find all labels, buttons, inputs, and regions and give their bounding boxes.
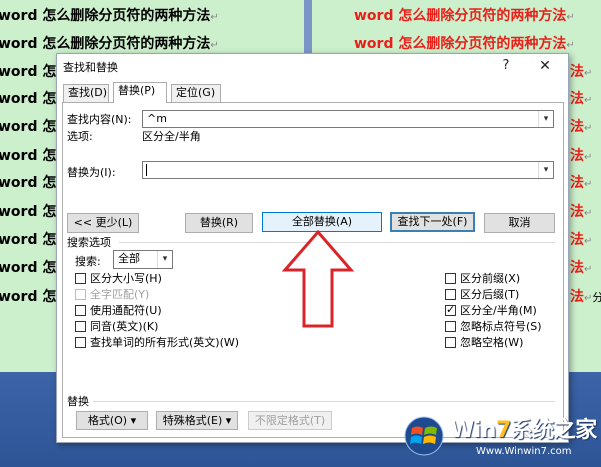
doc-line-left: word 怎么删除分页符的两种方法↵ [0, 8, 219, 24]
checkbox-label: 使用通配符(U) [90, 304, 162, 317]
checkbox-option[interactable]: ✓ 区分全/半角(M) [445, 303, 537, 318]
checkbox-option[interactable]: 区分大小写(H) [75, 272, 162, 286]
less-button[interactable]: << 更少(L) [67, 213, 139, 233]
checkbox-label: 同音(英文)(K) [90, 320, 159, 333]
checkbox-option[interactable]: 同音(英文)(K) [75, 320, 158, 334]
tab-replace[interactable]: 替换(P) [113, 82, 167, 103]
windows-logo-icon [404, 416, 444, 456]
checkbox-label: 忽略标点符号(S) [460, 320, 542, 333]
checkbox-label: 区分前缀(X) [460, 272, 521, 285]
doc-line-right: 法↵ [570, 260, 593, 276]
doc-line-right: word 怎么删除分页符的两种方法↵ [354, 36, 575, 52]
win7-watermark: Win7系统之家 Www.Winwin7.com [400, 408, 600, 466]
doc-line-right: 法↵ [570, 91, 593, 107]
checkbox-box[interactable] [445, 337, 456, 348]
replace-section-divider [93, 401, 555, 402]
checkbox-box[interactable]: ✓ [445, 303, 456, 316]
checkbox-box [75, 289, 86, 300]
search-chevron-icon[interactable]: ▾ [157, 251, 172, 268]
annotation-arrow [282, 230, 354, 328]
search-direction-select[interactable]: 全部 ▾ [113, 250, 173, 269]
checkbox-box[interactable] [75, 273, 86, 284]
format-button[interactable]: 格式(O) ▾ [76, 411, 148, 430]
checkbox-box[interactable] [445, 289, 456, 300]
checkbox-box[interactable] [75, 305, 86, 316]
doc-line-right: 法↵ [570, 232, 593, 248]
doc-line-right: word 怎么删除分页符的两种方法↵ [354, 8, 575, 24]
replace-all-button[interactable]: 全部替换(A) [262, 212, 382, 232]
checkbox-option[interactable]: 区分后缀(T) [445, 288, 519, 302]
doc-line-right: 法↵ [570, 204, 593, 220]
checkbox-box[interactable] [75, 337, 86, 348]
doc-line-right: 法↵ [570, 148, 593, 164]
options-label: 选项: [67, 130, 93, 143]
dialog-title: 查找和替换 [63, 61, 118, 74]
checkbox-option[interactable]: 查找单词的所有形式(英文)(W) [75, 336, 239, 350]
doc-line-right: 法↵ [570, 64, 593, 80]
search-direction-label: 搜索: [75, 255, 101, 268]
help-button[interactable]: ? [495, 57, 517, 75]
checkbox-option[interactable]: 忽略空格(W) [445, 336, 523, 350]
checkbox-label: 忽略空格(W) [460, 336, 524, 349]
doc-line-left: word 怎么删除分页符的两种方法↵ [0, 36, 219, 52]
replace-dropdown-chevron-icon[interactable]: ▾ [538, 162, 553, 178]
tab-find[interactable]: 查找(D) [63, 84, 109, 102]
options-value: 区分全/半角 [142, 130, 201, 143]
checkbox-label: 区分大小写(H) [90, 272, 162, 285]
close-button[interactable]: ✕ [534, 57, 556, 75]
find-what-input[interactable]: ^m ▾ [142, 110, 554, 128]
checkbox-option: 全字匹配(Y) [75, 288, 149, 302]
checkbox-label: 区分后缀(T) [460, 288, 520, 301]
tab-goto[interactable]: 定位(G) [171, 84, 221, 102]
special-format-button[interactable]: 特殊格式(E) ▾ [156, 411, 238, 430]
doc-line-right: 法↵ [570, 175, 593, 191]
replace-with-input[interactable]: ▾ [142, 161, 554, 179]
checkbox-box[interactable] [445, 321, 456, 332]
find-what-value: ^m [147, 112, 167, 125]
checkbox-option[interactable]: 区分前缀(X) [445, 272, 520, 286]
find-dropdown-chevron-icon[interactable]: ▾ [538, 111, 553, 127]
checkbox-option[interactable]: 使用通配符(U) [75, 304, 162, 318]
checkbox-box[interactable] [75, 321, 86, 332]
doc-line-right: 法↵分 [570, 286, 601, 308]
replace-with-label: 替换为(I): [67, 166, 116, 179]
checkbox-label: 查找单词的所有形式(英文)(W) [90, 336, 240, 349]
find-what-label: 查找内容(N): [67, 113, 132, 126]
checkbox-label: 全字匹配(Y) [90, 288, 150, 301]
checkbox-box[interactable] [445, 273, 456, 284]
checkbox-label: 区分全/半角(M) [460, 304, 537, 317]
checkbox-option[interactable]: 忽略标点符号(S) [445, 320, 542, 334]
cancel-button[interactable]: 取消 [484, 213, 555, 233]
watermark-title: Win7系统之家 [450, 418, 597, 443]
doc-extra-text: 分 [592, 291, 601, 304]
search-direction-value: 全部 [118, 252, 140, 265]
find-next-button[interactable]: 查找下一处(F) [390, 212, 475, 232]
replace-section-heading: 替换 [67, 395, 89, 408]
watermark-url: Www.Winwin7.com [476, 446, 572, 457]
dialog-titlebar[interactable]: 查找和替换 ? ✕ [57, 54, 568, 78]
no-formatting-button: 不限定格式(T) [248, 411, 332, 430]
search-options-heading: 搜索选项 [67, 236, 111, 249]
text-caret [146, 164, 147, 176]
doc-line-right: 法↵ [570, 119, 593, 135]
replace-button[interactable]: 替换(R) [185, 213, 253, 233]
checkmark-icon: ✓ [446, 303, 456, 316]
